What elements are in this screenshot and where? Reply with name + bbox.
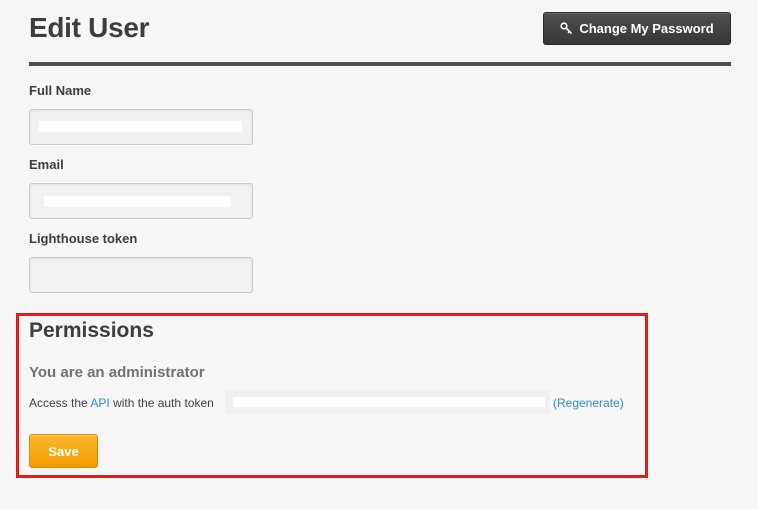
change-password-label: Change My Password bbox=[579, 21, 714, 36]
email-label: Email bbox=[29, 157, 64, 172]
full-name-label: Full Name bbox=[29, 83, 92, 98]
api-suffix: with the auth token bbox=[113, 396, 214, 410]
redacted-value bbox=[233, 397, 545, 407]
header-divider bbox=[29, 62, 731, 66]
admin-status: You are an administrator bbox=[29, 364, 205, 381]
lighthouse-token-label: Lighthouse token bbox=[29, 231, 138, 246]
regenerate-link[interactable]: (Regenerate) bbox=[553, 396, 624, 410]
change-password-button[interactable]: Change My Password bbox=[543, 12, 731, 45]
api-prefix: Access the bbox=[29, 396, 88, 410]
permissions-title: Permissions bbox=[29, 319, 154, 342]
edit-user-page: Edit User Change My Password Full Name E… bbox=[0, 0, 758, 509]
lighthouse-token-field[interactable] bbox=[29, 257, 253, 293]
save-button[interactable]: Save bbox=[29, 434, 98, 468]
redacted-value bbox=[39, 121, 242, 132]
email-field[interactable] bbox=[29, 183, 253, 219]
page-title: Edit User bbox=[29, 12, 150, 43]
redacted-value bbox=[44, 196, 231, 207]
full-name-field[interactable] bbox=[29, 109, 253, 145]
api-link[interactable]: API bbox=[90, 396, 109, 410]
auth-token-value bbox=[225, 390, 550, 414]
key-icon bbox=[560, 22, 573, 35]
api-access-text: Access the API with the auth token bbox=[29, 396, 214, 410]
